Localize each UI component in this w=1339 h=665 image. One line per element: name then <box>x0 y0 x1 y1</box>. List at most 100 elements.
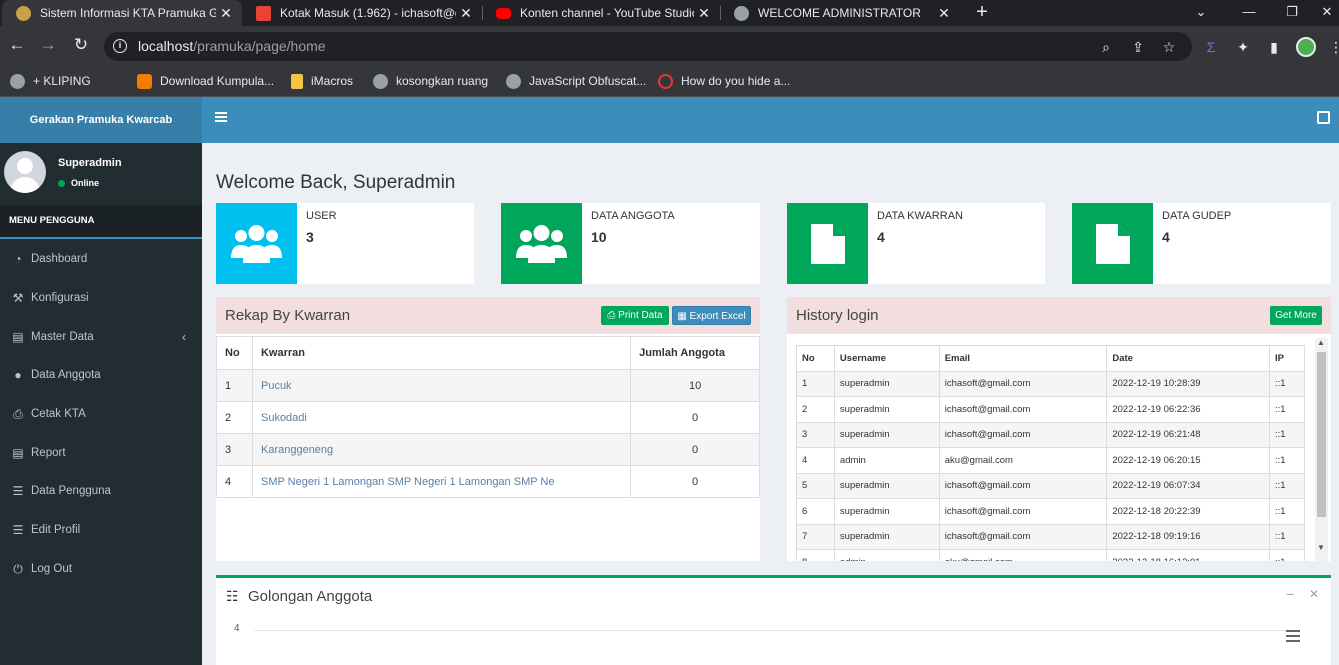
column-header: IP <box>1269 345 1305 372</box>
power-icon: ⏻ <box>13 562 23 576</box>
sidebar-item-master-data[interactable]: ▤ Master Data ‹ <box>0 318 202 356</box>
scrollbar-thumb[interactable] <box>1317 352 1326 517</box>
minimize-icon[interactable]: — <box>1234 0 1264 26</box>
side-panel-icon[interactable]: ▮ <box>1264 37 1284 57</box>
table-header-row: No Username Email Date IP <box>796 345 1305 372</box>
scroll-down-arrow-icon[interactable]: ▼ <box>1317 543 1325 552</box>
users-icon <box>216 203 297 284</box>
infobox-value: 4 <box>877 229 885 245</box>
restore-icon[interactable]: ❐ <box>1277 0 1307 26</box>
tab-search-chevron-icon[interactable]: ⌄ <box>1186 0 1216 26</box>
close-icon[interactable]: ✕ <box>216 5 236 22</box>
cell: 1 <box>796 370 835 397</box>
cell: 2022-12-19 06:07:34 <box>1106 472 1271 499</box>
blogger-icon <box>137 73 152 89</box>
sidebar-toggle-icon[interactable] <box>215 112 227 124</box>
cell-jumlah: 0 <box>630 401 760 434</box>
kwarran-link[interactable]: Pucuk <box>261 380 292 392</box>
cell: 8 <box>796 549 835 561</box>
file-icon <box>1072 203 1153 284</box>
cell: ::1 <box>1269 549 1305 561</box>
scrollbar[interactable]: ▲ ▼ <box>1315 338 1328 561</box>
browser-tab-2[interactable]: Kotak Masuk (1.962) - ichasoft@g ✕ <box>242 0 482 26</box>
cell: 2022-12-18 20:22:39 <box>1106 498 1271 525</box>
export-excel-button[interactable]: ▦ Export Excel <box>672 306 751 325</box>
kwarran-link[interactable]: SMP Negeri 1 Lamongan SMP Negeri 1 Lamon… <box>261 476 555 488</box>
print-data-button[interactable]: ⎙ Print Data <box>601 306 669 325</box>
history-scroll-area[interactable]: No Username Email Date IP 1 superadmin ich… <box>796 345 1305 561</box>
remove-icon[interactable]: ✕ <box>1309 587 1319 601</box>
column-header: Date <box>1106 345 1271 372</box>
sidebar-item-konfigurasi[interactable]: ⚒ Konfigurasi <box>0 279 202 317</box>
cell-kwarran: Pucuk <box>251 369 632 402</box>
close-icon[interactable]: ✕ <box>694 5 714 22</box>
close-icon[interactable]: ✕ <box>934 5 954 22</box>
cell: admin <box>833 549 940 561</box>
sidebar-item-edit-profil[interactable]: ☰ Edit Profil <box>0 511 202 549</box>
history-table: No Username Email Date IP 1 superadmin ich… <box>796 345 1305 561</box>
app-navbar <box>202 97 1339 143</box>
zoom-icon[interactable]: ⌕ <box>1097 38 1115 56</box>
kwarran-link[interactable]: Sukodadi <box>261 412 307 424</box>
scroll-up-arrow-icon[interactable]: ▲ <box>1317 338 1325 347</box>
bookmark-item[interactable]: How do you hide a... <box>658 72 790 90</box>
new-tab-icon[interactable]: + <box>972 0 992 26</box>
cell: ichasoft@gmail.com <box>938 396 1108 423</box>
puzzle-icon[interactable]: ✦ <box>1233 37 1253 57</box>
table-row: 1 Pucuk 10 <box>216 369 760 402</box>
close-icon[interactable]: ✕ <box>456 5 476 22</box>
sidebar-item-data-anggota[interactable]: ● Data Anggota <box>0 356 202 394</box>
app-brand[interactable]: Gerakan Pramuka Kwarcab <box>0 97 202 143</box>
golongan-title: Golongan Anggota <box>248 588 373 605</box>
browser-tab-4[interactable]: WELCOME ADMINISTRATOR ✕ <box>720 0 960 26</box>
chart-menu-icon[interactable] <box>1286 630 1300 642</box>
bookmark-star-icon[interactable]: ☆ <box>1160 38 1178 56</box>
cell: ::1 <box>1269 472 1305 499</box>
bars-icon: ☰ <box>12 484 24 498</box>
collapse-icon[interactable]: − <box>1286 586 1294 602</box>
folder-icon <box>291 73 303 89</box>
extension-icon[interactable]: Σ <box>1201 37 1221 57</box>
profile-avatar-icon[interactable] <box>1296 37 1316 57</box>
wrench-icon: ⚒ <box>12 291 24 305</box>
window-close-icon[interactable]: ✕ <box>1312 0 1339 26</box>
kwarran-link[interactable]: Karanggeneng <box>261 444 333 456</box>
print-icon: ⎙ <box>13 407 23 421</box>
bookmark-item[interactable]: + KLIPING <box>10 72 91 90</box>
table-row: 2 superadmin ichasoft@gmail.com 2022-12-19 … <box>796 396 1305 423</box>
cell: superadmin <box>833 472 940 499</box>
external-link-icon[interactable] <box>1317 111 1330 124</box>
sidebar-item-cetak-kta[interactable]: ⎙ Cetak KTA <box>0 395 202 433</box>
menu-kebab-icon[interactable]: ⋮ <box>1326 37 1339 57</box>
browser-toolbar: ← → ↻ i localhost/pramuka/page/home ⌕ ⇪ … <box>0 26 1339 66</box>
bookmark-item[interactable]: Download Kumpula... <box>137 72 274 90</box>
site-info-icon[interactable]: i <box>113 39 127 53</box>
reload-icon[interactable]: ↻ <box>70 35 92 57</box>
browser-tab-3[interactable]: Konten channel - YouTube Studio ✕ <box>482 0 720 26</box>
bookmark-item[interactable]: JavaScript Obfuscat... <box>506 72 646 90</box>
get-more-button[interactable]: Get More <box>1270 306 1322 325</box>
address-bar[interactable]: i localhost/pramuka/page/home ⌕ ⇪ ☆ <box>104 32 1192 61</box>
forward-arrow-icon[interactable]: → <box>37 35 59 57</box>
cell: ichasoft@gmail.com <box>938 421 1108 448</box>
back-arrow-icon[interactable]: ← <box>6 35 28 57</box>
bookmark-item[interactable]: iMacros <box>291 72 353 90</box>
edit-icon: ☰ <box>12 523 24 537</box>
browser-tab-1[interactable]: Sistem Informasi KTA Pramuka Gu ✕ <box>2 0 242 26</box>
list-icon: ☷ <box>226 588 239 604</box>
column-header: Jumlah Anggota <box>630 336 760 370</box>
table-row: 4 SMP Negeri 1 Lamongan SMP Negeri 1 Lam… <box>216 465 760 498</box>
sidebar-item-dashboard[interactable]: ◔ Dashboard <box>0 240 202 278</box>
user-panel: Superadmin Online <box>0 143 202 205</box>
column-header: No <box>796 345 835 372</box>
cell: 4 <box>796 447 835 474</box>
bookmark-item[interactable]: kosongkan ruang <box>373 72 488 90</box>
sidebar-item-data-pengguna[interactable]: ☰ Data Pengguna <box>0 472 202 510</box>
sidebar-item-report[interactable]: ▤ Report <box>0 434 202 472</box>
cell-jumlah: 0 <box>630 465 760 498</box>
sidebar-item-log-out[interactable]: ⏻ Log Out <box>0 550 202 588</box>
tab-title: Sistem Informasi KTA Pramuka Gu <box>40 6 216 20</box>
globe-favicon-icon <box>734 5 749 21</box>
share-icon[interactable]: ⇪ <box>1129 38 1147 56</box>
column-header: Username <box>833 345 940 372</box>
